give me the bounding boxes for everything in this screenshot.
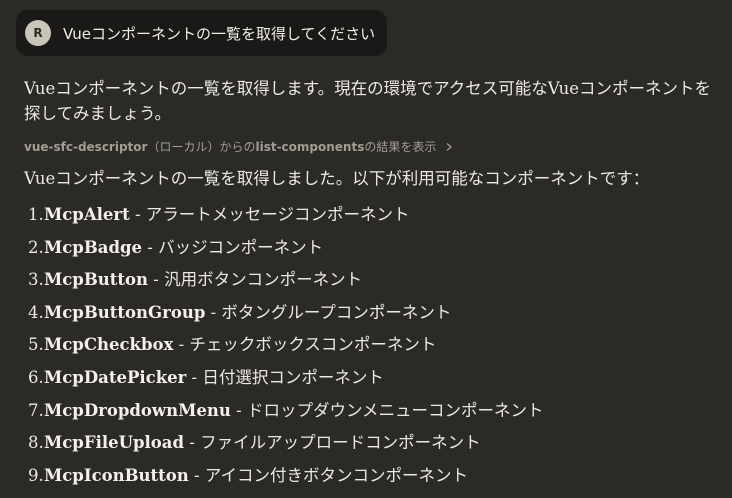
component-description: - ボタングループコンポーネント xyxy=(205,302,452,322)
component-list: 1.McpAlert - アラートメッセージコンポーネント 2.McpBadge… xyxy=(28,202,543,495)
list-item: 4.McpButtonGroup - ボタングループコンポーネント xyxy=(28,300,543,333)
component-description: - チェックボックスコンポーネント xyxy=(173,335,437,355)
list-item-number: 9. xyxy=(28,465,44,485)
user-message: R Vueコンポーネントの一覧を取得してください xyxy=(16,10,387,56)
component-name: McpCheckbox xyxy=(44,335,174,355)
list-item-number: 7. xyxy=(28,400,44,420)
component-description: - ファイルアップロードコンポーネント xyxy=(184,433,481,453)
list-item-number: 4. xyxy=(28,302,44,322)
component-description: - バッジコンポーネント xyxy=(142,237,324,257)
list-item-number: 1. xyxy=(28,205,44,224)
component-name: McpAlert xyxy=(44,205,130,224)
list-item-number: 3. xyxy=(28,270,44,290)
component-name: McpButtonGroup xyxy=(44,302,206,322)
tool-result-toggle[interactable]: vue-sfc-descriptor （ローカル）からの list-compon… xyxy=(24,138,454,155)
component-description: - ドロップダウンメニューコンポーネント xyxy=(230,400,544,420)
tool-server-suffix: （ローカル）からの xyxy=(147,140,256,154)
list-item: 7.McpDropdownMenu - ドロップダウンメニューコンポーネント xyxy=(28,398,543,431)
tool-result-label: の結果を表示 xyxy=(364,140,437,154)
list-item: 2.McpBadge - バッジコンポーネント xyxy=(28,235,543,268)
component-description: - 汎用ボタンコンポーネント xyxy=(148,270,363,290)
component-name: McpDropdownMenu xyxy=(44,400,231,420)
list-item: 9.McpIconButton - アイコン付きボタンコンポーネント xyxy=(28,463,543,496)
list-item: 6.McpDatePicker - 日付選択コンポーネント xyxy=(28,365,543,398)
assistant-intro-text: Vueコンポーネントの一覧を取得します。現在の環境でアクセス可能なVueコンポー… xyxy=(24,79,712,123)
component-name: McpIconButton xyxy=(44,465,189,485)
user-message-text: Vueコンポーネントの一覧を取得してください xyxy=(63,24,376,43)
user-avatar: R xyxy=(25,20,51,46)
chevron-right-icon[interactable] xyxy=(444,142,454,152)
component-description: - アラートメッセージコンポーネント xyxy=(129,205,410,224)
list-item-number: 5. xyxy=(28,335,44,355)
tool-name: list-components xyxy=(255,139,365,154)
component-description: - 日付選択コンポーネント xyxy=(186,367,384,387)
component-name: McpBadge xyxy=(44,237,143,257)
list-item-number: 6. xyxy=(28,367,44,387)
assistant-summary-text: Vueコンポーネントの一覧を取得しました。以下が利用可能なコンポーネントです： xyxy=(24,169,650,188)
component-name: McpFileUpload xyxy=(44,433,185,453)
list-item: 3.McpButton - 汎用ボタンコンポーネント xyxy=(28,267,543,300)
component-name: McpDatePicker xyxy=(44,367,187,387)
list-item-number: 8. xyxy=(28,433,44,453)
tool-server-name: vue-sfc-descriptor xyxy=(24,139,148,154)
component-description: - アイコン付きボタンコンポーネント xyxy=(188,465,469,485)
list-item: 5.McpCheckbox - チェックボックスコンポーネント xyxy=(28,332,543,365)
list-item: 8.McpFileUpload - ファイルアップロードコンポーネント xyxy=(28,430,543,463)
list-item-number: 2. xyxy=(28,237,44,257)
list-item: 1.McpAlert - アラートメッセージコンポーネント xyxy=(28,202,543,235)
component-name: McpButton xyxy=(44,270,149,290)
